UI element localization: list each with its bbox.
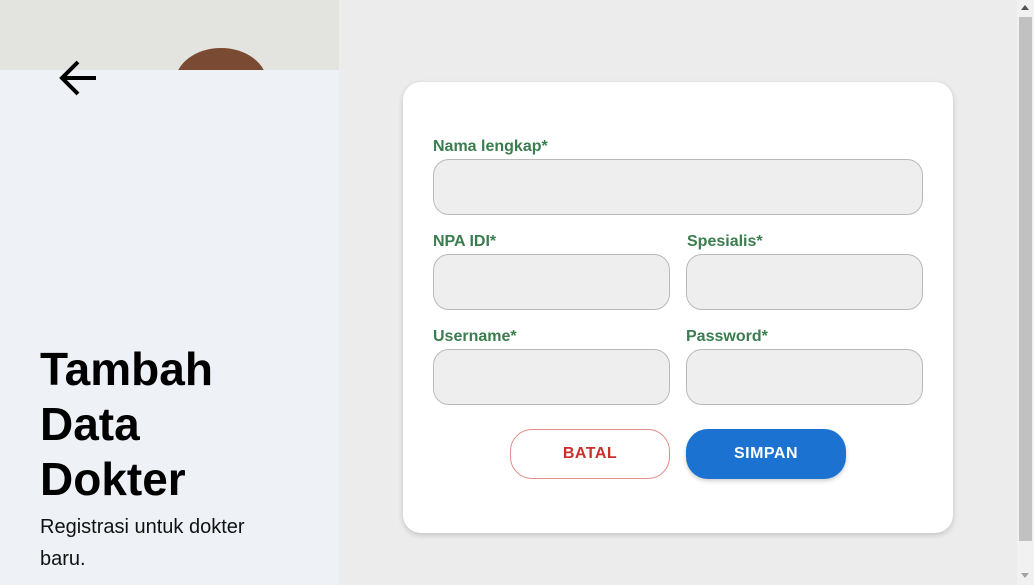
vertical-scrollbar[interactable] — [1017, 0, 1034, 585]
full-name-label: Nama lengkap* — [433, 138, 548, 155]
doctor-form-card: Nama lengkap* NPA IDI* Spesialis* Userna… — [403, 82, 953, 533]
scroll-up-icon[interactable] — [1021, 5, 1029, 10]
doctor-photo-head — [175, 48, 267, 70]
specialist-label: Spesialis* — [687, 233, 763, 250]
specialist-input[interactable] — [686, 254, 923, 310]
left-panel: Tambah Data Dokter Registrasi untuk dokt… — [0, 0, 339, 585]
password-input[interactable] — [686, 349, 923, 405]
page-subtitle: Registrasi untuk dokter baru. — [40, 516, 245, 570]
full-name-input[interactable] — [433, 159, 923, 215]
save-button[interactable]: SIMPAN — [686, 429, 846, 479]
npa-idi-label: NPA IDI* — [433, 233, 497, 250]
page-title: Tambah Data Dokter — [40, 343, 213, 505]
password-label: Password* — [686, 328, 768, 345]
header-photo — [0, 0, 339, 70]
username-input[interactable] — [433, 349, 670, 405]
username-label: Username* — [433, 328, 517, 345]
arrow-left-icon — [59, 60, 96, 96]
cancel-button[interactable]: BATAL — [510, 429, 670, 479]
npa-idi-input[interactable] — [433, 254, 670, 310]
scroll-down-icon[interactable] — [1021, 573, 1029, 578]
scrollbar-thumb[interactable] — [1019, 17, 1032, 541]
back-button[interactable] — [52, 54, 104, 102]
